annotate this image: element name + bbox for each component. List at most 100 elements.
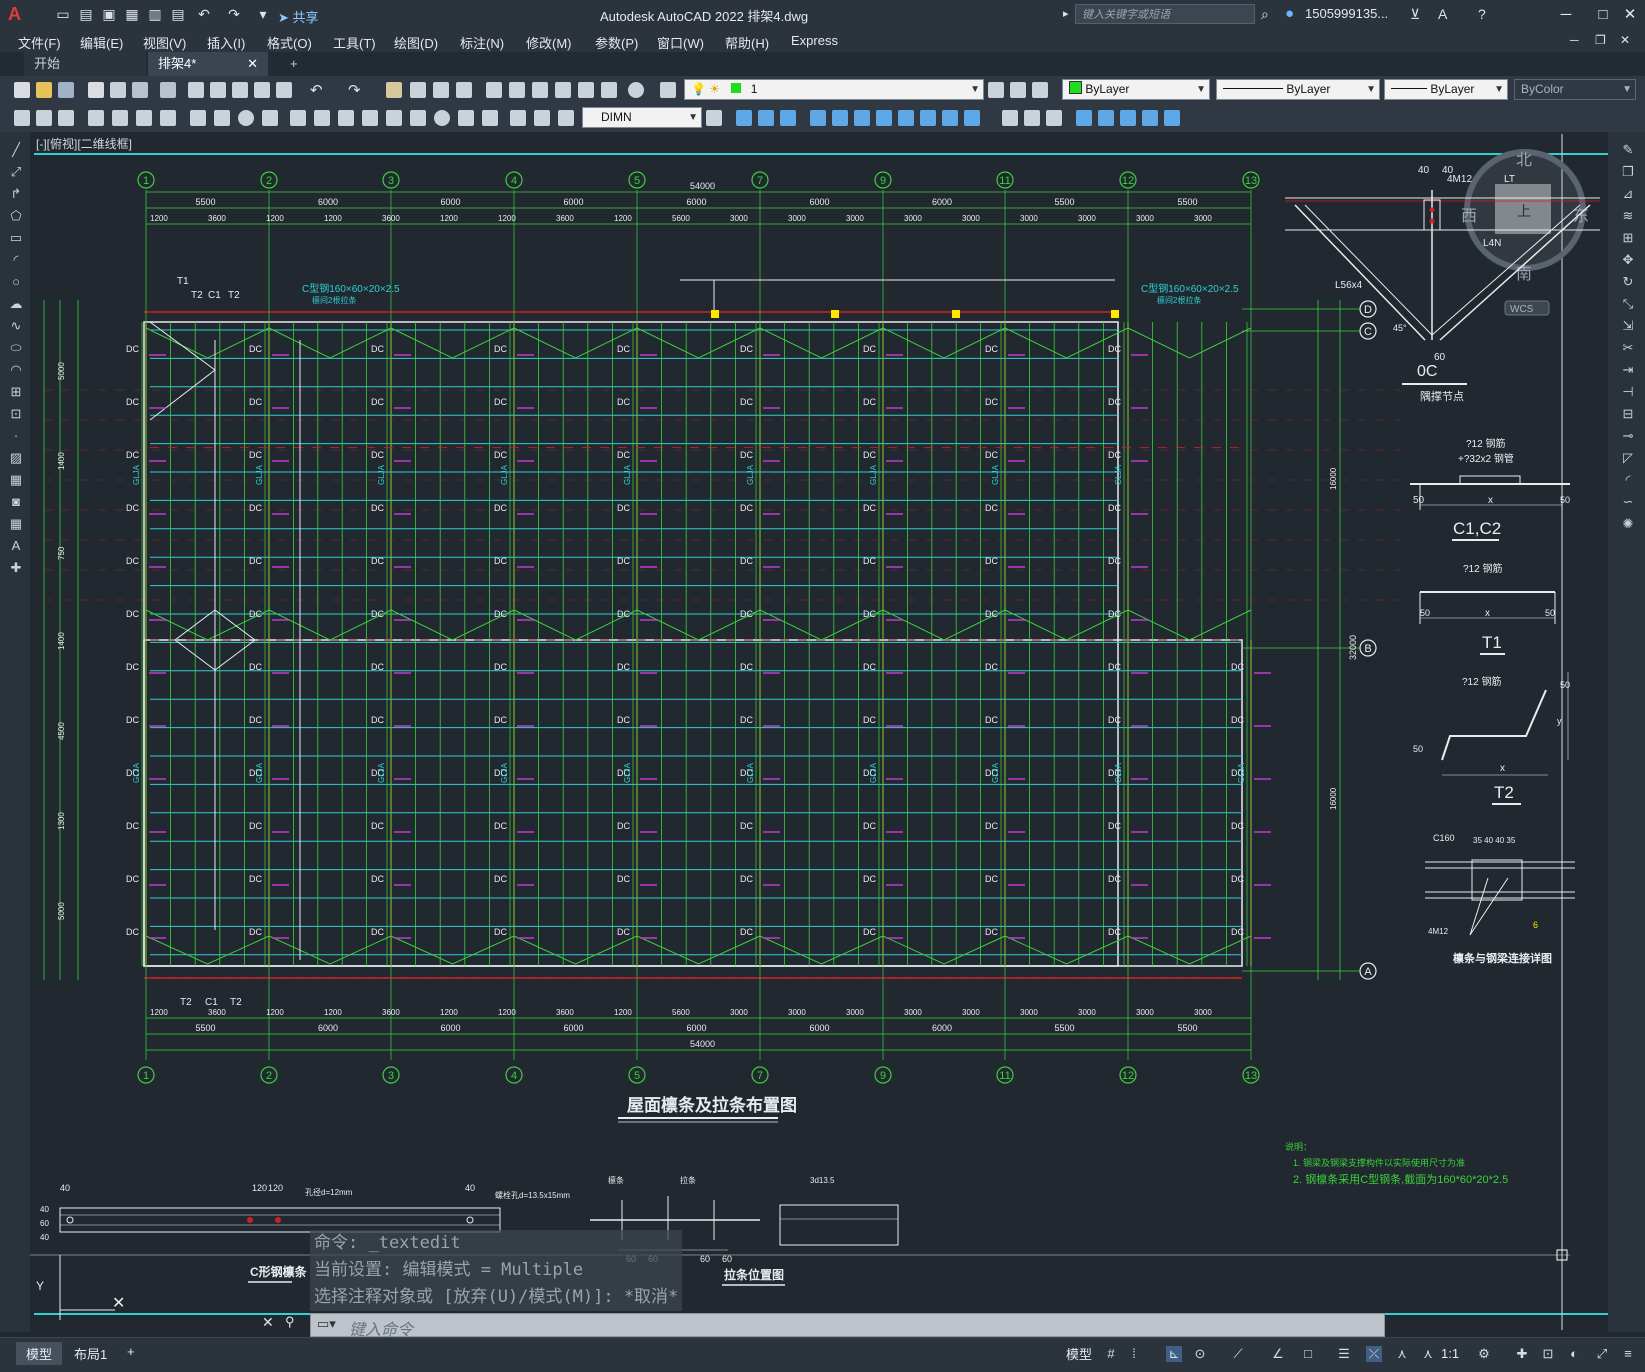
make-current-icon[interactable]: [988, 82, 1004, 98]
block-editor-icon[interactable]: [276, 82, 292, 98]
autocad-logo-icon[interactable]: A: [8, 4, 28, 24]
3d-publish-icon[interactable]: [160, 82, 176, 98]
revcloud-icon[interactable]: ☁: [8, 296, 24, 312]
color-select[interactable]: ByLayer ▼: [1062, 79, 1210, 100]
viewport-controls[interactable]: [-][俯视][二维线框]: [36, 135, 132, 152]
move-tool-icon[interactable]: ✥: [1620, 252, 1636, 268]
share-button[interactable]: ➤ 共享: [278, 7, 319, 26]
extend-tool-icon[interactable]: ⇥: [1620, 362, 1636, 378]
jogged-dim-icon[interactable]: [136, 110, 152, 126]
user-icon[interactable]: ●: [1285, 5, 1294, 22]
menu-window[interactable]: 窗口(W): [657, 33, 704, 52]
autodesk-app-icon[interactable]: A: [1438, 6, 1447, 22]
array-tool-icon[interactable]: ⊞: [1620, 230, 1636, 246]
point-icon[interactable]: ·: [8, 428, 24, 444]
menu-edit[interactable]: 编辑(E): [80, 33, 123, 52]
rotate-tool-icon[interactable]: ↻: [1620, 274, 1636, 290]
command-customize-icon[interactable]: ⚲: [285, 1314, 295, 1330]
menu-file[interactable]: 文件(F): [18, 33, 61, 52]
lengthen-icon[interactable]: [1142, 110, 1158, 126]
line-icon[interactable]: ╱: [8, 142, 24, 158]
search-icon[interactable]: ⌕: [1261, 6, 1269, 23]
aligned-dim-icon[interactable]: [36, 110, 52, 126]
osnap-tracking-icon[interactable]: ∠: [1270, 1346, 1286, 1362]
drawing-canvas[interactable]: DC DC DC DC DC DC DC DC DC DC DC DC GLJA GLJA DC DC DC DC…: [30, 132, 1608, 1332]
baseline-icon[interactable]: [238, 110, 254, 126]
angular-dim-icon[interactable]: [190, 110, 206, 126]
dim-text-edit-icon[interactable]: [458, 110, 474, 126]
break-tool-icon[interactable]: ⊟: [1620, 406, 1636, 422]
clean-screen-icon[interactable]: ⤢: [1594, 1346, 1610, 1362]
tab-layout1[interactable]: 布局1: [74, 1344, 107, 1363]
save-icon[interactable]: ▣: [101, 6, 117, 22]
break-icon[interactable]: [1120, 110, 1136, 126]
menu-insert[interactable]: 插入(I): [207, 33, 245, 52]
polar-icon[interactable]: ⊙: [1192, 1346, 1208, 1362]
redo-icon-2[interactable]: ↷: [348, 81, 361, 99]
construction-line-icon[interactable]: ⤢: [8, 164, 24, 180]
circle-icon[interactable]: ○: [8, 274, 24, 290]
undo-icon-2[interactable]: ↶: [310, 81, 323, 99]
menu-help[interactable]: 帮助(H): [725, 33, 769, 52]
tab-start[interactable]: 开始: [24, 52, 146, 76]
join-icon[interactable]: [1098, 110, 1114, 126]
model-space-toggle[interactable]: 模型: [1066, 1344, 1092, 1363]
menu-modify[interactable]: 修改(M): [526, 33, 572, 52]
undo-icon[interactable]: ↶: [196, 6, 212, 22]
ortho-icon[interactable]: ⊾: [1166, 1346, 1182, 1362]
selection-cycling-icon[interactable]: ⤫: [1366, 1346, 1382, 1362]
save-icon-2[interactable]: [58, 82, 74, 98]
fillet-icon[interactable]: [1002, 110, 1018, 126]
dim-update-icon[interactable]: [482, 110, 498, 126]
tab-close-icon[interactable]: ✕: [247, 52, 258, 76]
add-layout-icon[interactable]: +: [127, 1344, 135, 1359]
command-close-icon[interactable]: ✕: [262, 1314, 274, 1331]
maximize-icon[interactable]: □: [1590, 4, 1616, 26]
copy-obj-icon[interactable]: [758, 110, 774, 126]
array-icon[interactable]: [876, 110, 892, 126]
layer-previous-icon[interactable]: [1010, 82, 1026, 98]
tab-model[interactable]: 模型: [16, 1342, 63, 1365]
menu-tools[interactable]: 工具(T): [333, 33, 376, 52]
minimize-icon[interactable]: ─: [1553, 4, 1579, 26]
plus-icon[interactable]: ✚: [1514, 1346, 1530, 1362]
dimstyle-manager-icon[interactable]: [706, 110, 722, 126]
override-icon[interactable]: [534, 110, 550, 126]
ellipse-arc-icon[interactable]: ◠: [8, 362, 24, 378]
units-icon[interactable]: ⊡: [1540, 1346, 1556, 1362]
calculator-icon[interactable]: [601, 82, 617, 98]
zoom-realtime-icon[interactable]: [410, 82, 426, 98]
redo-icon[interactable]: ↷: [226, 6, 242, 22]
osnap-icon[interactable]: □: [1300, 1346, 1316, 1362]
menu-express[interactable]: Express: [791, 33, 838, 48]
search-input[interactable]: 键入关键字或短语: [1075, 4, 1255, 24]
chamfer-tool-icon[interactable]: ◸: [1620, 450, 1636, 466]
tool-palettes-icon[interactable]: [532, 82, 548, 98]
grid-icon[interactable]: #: [1103, 1346, 1119, 1362]
plot-icon[interactable]: ▥: [147, 6, 163, 22]
offset-tool-icon[interactable]: ≋: [1620, 208, 1636, 224]
paste-icon[interactable]: [232, 82, 248, 98]
chamfer-icon[interactable]: [1024, 110, 1040, 126]
erase-icon[interactable]: [898, 110, 914, 126]
mirror-tool-icon[interactable]: ⊿: [1620, 186, 1636, 202]
plotstyle-select[interactable]: ByColor ▼: [1514, 79, 1636, 100]
new-file-icon[interactable]: ▭: [55, 6, 71, 22]
menu-parametric[interactable]: 参数(P): [595, 33, 638, 52]
ellipse-icon[interactable]: ⬭: [8, 340, 24, 356]
preview-icon[interactable]: [110, 82, 126, 98]
diameter-dim-icon[interactable]: [160, 110, 176, 126]
pan-icon[interactable]: [386, 82, 402, 98]
dim-edit-icon[interactable]: [434, 110, 450, 126]
help-icon-2[interactable]: [628, 82, 644, 98]
insert-block-icon[interactable]: ⊞: [8, 384, 24, 400]
save-as-icon[interactable]: ▦: [124, 6, 140, 22]
print-icon[interactable]: ▤: [170, 6, 186, 22]
add-selected-icon[interactable]: ✚: [8, 560, 24, 576]
copy-icon[interactable]: [210, 82, 226, 98]
extend-icon[interactable]: [964, 110, 980, 126]
properties-icon[interactable]: [486, 82, 502, 98]
viewcube[interactable]: 上 北 南 东 西 WCS: [1461, 149, 1589, 316]
auto-scale-icon[interactable]: ⋏: [1420, 1346, 1436, 1362]
explode-icon[interactable]: [920, 110, 936, 126]
